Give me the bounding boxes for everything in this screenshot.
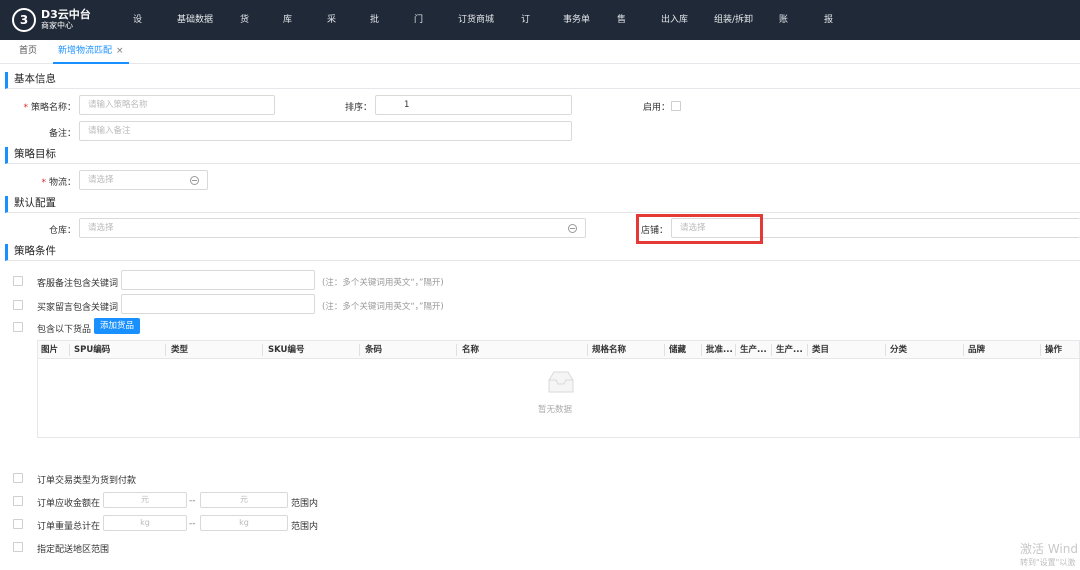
nav-item-assembly[interactable]: 组装/拆卸 [714, 0, 753, 40]
weight-range-suffix: 范围内 [291, 522, 319, 532]
logistics-label: * 物流： [41, 178, 76, 188]
section-strategy-conditions: 策略条件 [5, 244, 1080, 261]
service-note-hint: (注：多个关键词用英文“，”隔开) [322, 278, 444, 288]
weight-checkbox[interactable] [13, 519, 23, 529]
amount-min-input[interactable]: 元 [103, 492, 187, 508]
warehouse-select[interactable]: 请选择 [79, 218, 586, 238]
top-navbar: 3 D3云中台 商家中心 设置 基础数据 货品 库存 采购 批发 门店 订货商城… [0, 0, 1080, 65]
tab-new-logistics-match[interactable]: 新增物流匹配 × [53, 40, 129, 64]
enable-checkbox[interactable] [671, 101, 681, 111]
nav-item-basic-data[interactable]: 基础数据 [177, 0, 213, 40]
close-icon[interactable]: × [116, 46, 124, 56]
service-note-checkbox[interactable] [13, 276, 23, 286]
logo[interactable]: 3 D3云中台 商家中心 [12, 8, 130, 32]
nav-item-in-out[interactable]: 出入库 [661, 0, 688, 40]
windows-activation-watermark: 激活 Wind 转到"设置"以激 [1020, 542, 1078, 570]
tab-label: 新增物流匹配 [58, 46, 113, 56]
col-classification: 分类 [890, 345, 908, 355]
col-brand: 品牌 [968, 345, 986, 355]
col-category: 类目 [812, 345, 830, 355]
nav-item-inventory[interactable]: 库存 [283, 0, 292, 65]
cod-checkbox[interactable] [13, 473, 23, 483]
nav-item-affairs[interactable]: 事务单 [563, 0, 590, 40]
watermark-line2: 转到"设置"以激 [1020, 558, 1076, 567]
col-production-1: 生产... [740, 345, 767, 355]
nav-item-after-sales[interactable]: 售后 [617, 0, 626, 65]
service-note-input[interactable] [121, 270, 315, 290]
logo-icon: 3 [12, 8, 36, 32]
logistics-select[interactable]: 请选择 [79, 170, 208, 190]
nav-item-goods[interactable]: 货品 [240, 0, 249, 65]
app-subtitle: 商家中心 [41, 21, 73, 30]
col-production-2: 生产... [776, 345, 803, 355]
nav-item-purchase[interactable]: 采购 [327, 0, 336, 65]
goods-checkbox[interactable] [13, 322, 23, 332]
service-note-label: 客服备注包含关键词 [37, 279, 119, 289]
table-header: 图片 SPU编码 类型 SKU编号 条码 名称 规格名称 储藏 批准... 生产… [38, 341, 1079, 359]
strategy-name-input[interactable]: 请输入策略名称 [79, 95, 275, 115]
required-mark: * [23, 103, 28, 113]
empty-box-icon [548, 371, 574, 393]
area-checkbox[interactable] [13, 542, 23, 552]
nav-item-orders[interactable]: 订单 [521, 0, 530, 65]
sort-label: 排序： [344, 103, 372, 113]
add-goods-button[interactable]: 添加货品 [94, 318, 140, 334]
goods-label: 包含以下货品 [37, 325, 92, 335]
sort-input[interactable]: 1 [375, 95, 572, 115]
col-barcode: 条码 [365, 345, 383, 355]
col-spu: SPU编码 [74, 345, 111, 355]
nav-item-store[interactable]: 门店 [414, 0, 423, 65]
nav-item-settings[interactable]: 设置 [133, 0, 142, 65]
buyer-msg-hint: (注：多个关键词用英文“，”隔开) [322, 302, 444, 312]
buyer-msg-checkbox[interactable] [13, 300, 23, 310]
page-tabs: 首页 新增物流匹配 × [0, 40, 1080, 64]
strategy-name-label: * 策略名称： [23, 103, 76, 113]
col-action: 操作 [1045, 345, 1063, 355]
col-name: 名称 [462, 345, 480, 355]
logistics-placeholder: 请选择 [88, 175, 114, 185]
amount-max-input[interactable]: 元 [200, 492, 288, 508]
warehouse-label: 仓库： [48, 226, 76, 236]
amount-checkbox[interactable] [13, 496, 23, 506]
more-icon[interactable] [190, 176, 199, 185]
remark-input[interactable]: 请输入备注 [79, 121, 572, 141]
weight-min-input[interactable]: kg [103, 515, 187, 531]
amount-range-sep: -- [189, 496, 196, 506]
warehouse-placeholder: 请选择 [88, 223, 114, 233]
nav-item-wholesale[interactable]: 批发 [370, 0, 379, 65]
weight-max-input[interactable]: kg [200, 515, 288, 531]
app-title: D3云中台 [41, 8, 91, 21]
weight-label: 订单重量总计在 [37, 522, 101, 532]
tab-home[interactable]: 首页 [19, 40, 37, 64]
section-basic-info: 基本信息 [5, 72, 1080, 89]
nav-item-reports[interactable]: 报表 [824, 0, 833, 65]
nav-item-order-mall[interactable]: 订货商城 [458, 0, 494, 40]
cod-label: 订单交易类型为货到付款 [37, 476, 137, 486]
empty-text: 暂无数据 [538, 405, 573, 415]
more-icon[interactable] [568, 224, 577, 233]
col-sku: SKU编号 [268, 345, 305, 355]
buyer-msg-label: 买家留言包含关键词 [37, 303, 119, 313]
nav-item-accounts[interactable]: 账款 [779, 0, 788, 65]
amount-label: 订单应收金额在 [37, 499, 101, 509]
col-image: 图片 [41, 345, 59, 355]
enable-label: 启用： [642, 103, 670, 113]
highlight-box [636, 214, 763, 244]
buyer-msg-input[interactable] [121, 294, 315, 314]
weight-range-sep: -- [189, 519, 196, 529]
col-storage: 储藏 [669, 345, 687, 355]
section-strategy-target: 策略目标 [5, 147, 1080, 164]
remark-label: 备注： [48, 129, 76, 139]
col-approval: 批准... [706, 345, 733, 355]
goods-table: 图片 SPU编码 类型 SKU编号 条码 名称 规格名称 储藏 批准... 生产… [37, 340, 1080, 438]
col-type: 类型 [171, 345, 189, 355]
amount-range-suffix: 范围内 [291, 499, 319, 509]
required-mark: * [41, 178, 46, 188]
watermark-line1: 激活 Wind [1020, 542, 1078, 556]
area-label: 指定配送地区范围 [37, 545, 110, 555]
col-spec: 规格名称 [592, 345, 627, 355]
section-default-config: 默认配置 [5, 196, 1080, 213]
